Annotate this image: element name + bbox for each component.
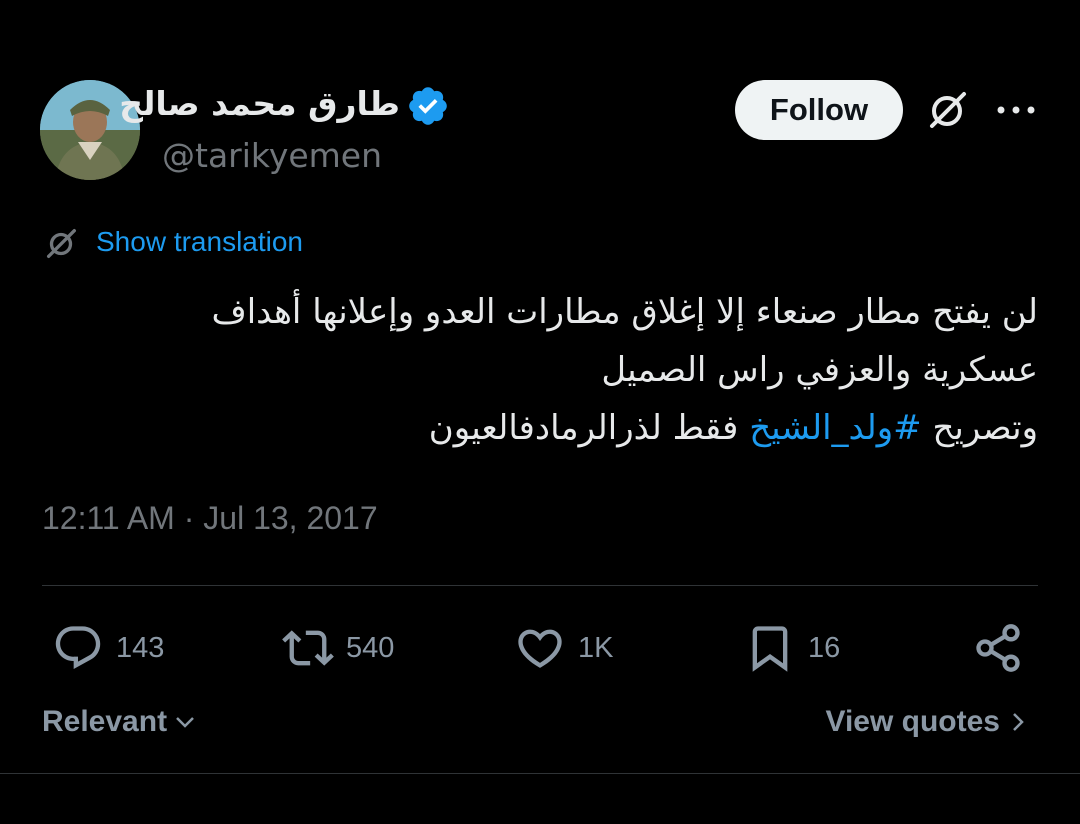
tweet-line-3-suffix: فقط لذرالرمادفالعيون xyxy=(428,408,750,448)
share-icon xyxy=(976,624,1020,672)
view-quotes-label: View quotes xyxy=(825,705,1001,738)
grok-icon[interactable] xyxy=(922,86,972,136)
tweet-text: لن يفتح مطار صنعاء إلا إغلاق مطارات العد… xyxy=(38,283,1038,457)
translate-icon xyxy=(46,229,76,259)
tweet-line-3: وتصريح #ولد_الشيخ فقط لذرالرمادفالعيون xyxy=(38,399,1038,457)
show-translation-link[interactable]: Show translation xyxy=(96,226,303,258)
more-icon[interactable] xyxy=(994,100,1038,120)
verified-badge-icon xyxy=(409,87,447,125)
divider xyxy=(42,585,1038,586)
follow-button[interactable]: Follow xyxy=(735,80,903,140)
reply-count: 143 xyxy=(116,631,165,664)
chevron-right-icon xyxy=(1013,713,1024,731)
chevron-down-icon xyxy=(176,717,194,728)
tweet-line-2: عسكرية والعزفي راس الصميل xyxy=(601,350,1038,390)
view-quotes-link[interactable]: View quotes xyxy=(826,705,1031,739)
bookmark-icon xyxy=(752,626,788,672)
hashtag-link[interactable]: #ولد_الشيخ xyxy=(749,408,921,448)
retweet-button[interactable]: 540 xyxy=(282,620,394,676)
retweet-icon xyxy=(282,630,334,666)
reply-button[interactable]: 143 xyxy=(52,620,164,676)
heart-icon xyxy=(518,629,562,668)
bookmark-count: 16 xyxy=(808,631,841,664)
author-handle[interactable]: @tarikyemen xyxy=(162,136,382,175)
tweet-line-1: لن يفتح مطار صنعاء إلا إغلاق مطارات العد… xyxy=(211,292,1038,332)
bookmark-button[interactable]: 16 xyxy=(744,620,840,676)
sort-relevant-dropdown[interactable]: Relevant xyxy=(42,705,197,739)
tweet-timestamp[interactable]: 12:11 AM · Jul 13, 2017 xyxy=(42,500,378,537)
like-button[interactable]: 1K xyxy=(514,620,613,676)
sort-label: Relevant xyxy=(42,705,168,738)
retweet-count: 540 xyxy=(346,631,395,664)
share-button[interactable] xyxy=(972,620,1024,676)
like-count: 1K xyxy=(578,631,614,664)
tweet-line-3-prefix: وتصريح xyxy=(921,408,1038,448)
reply-icon xyxy=(55,626,101,670)
divider xyxy=(0,773,1080,774)
author-display-name[interactable]: طارق محمد صالح xyxy=(119,84,400,123)
